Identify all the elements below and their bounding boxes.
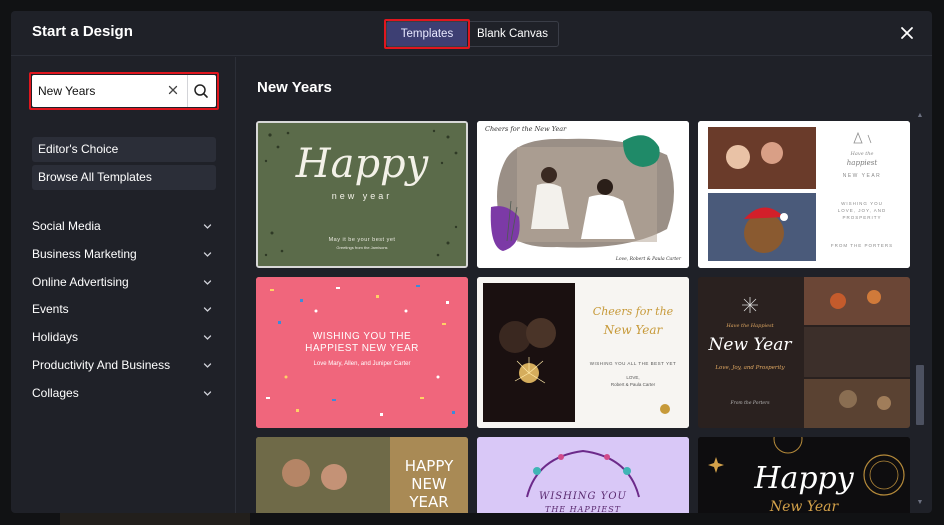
card-signature: Greetings from the Jamisons: [336, 245, 388, 250]
search-box: [29, 72, 219, 110]
template-card-happy-new-year-photo[interactable]: HAPPY NEW YEAR: [256, 437, 468, 513]
template-card-green-happy-new-year[interactable]: Happy new year May it be your best yet G…: [256, 121, 468, 268]
card-line-1: Have the Happiest: [726, 323, 774, 329]
category-label: Social Media: [32, 219, 101, 233]
category-events[interactable]: Events: [32, 299, 212, 319]
clear-icon[interactable]: [165, 82, 181, 98]
card-line-3: YEAR: [409, 493, 449, 511]
browse-all-templates-button[interactable]: Browse All Templates: [32, 165, 216, 190]
card-line-7: FROM THE PORTERS: [830, 243, 894, 248]
card-line-3: Love Mary, Allen, and Juniper Carter: [313, 361, 411, 367]
card-message: May it be your best yet: [328, 237, 396, 243]
chevron-down-icon: [203, 252, 212, 257]
card-line-2: THE HAPPIEST: [544, 505, 622, 513]
card-line-4: From the Porters: [730, 401, 770, 406]
card-art: [477, 277, 689, 428]
card-art: [477, 121, 689, 268]
card-line-6: PROSPERITY: [842, 215, 882, 220]
card-line-1: Happy: [754, 461, 854, 496]
card-subheadline: new year: [331, 191, 393, 201]
section-title: New Years: [257, 79, 332, 96]
chevron-down-icon: [203, 307, 212, 312]
card-line-1: Have the: [850, 151, 874, 157]
card-line-1: Cheers for the: [592, 305, 674, 318]
template-card-lavender-wreath[interactable]: WISHING YOU THE HAPPIEST: [477, 437, 689, 513]
card-line-4: LOVE,: [626, 375, 640, 380]
card-line-2: New Year: [708, 335, 792, 355]
card-line-1: HAPPY: [404, 457, 454, 475]
card-line-2: New Year: [769, 499, 839, 513]
card-line-3: WISHING YOU ALL THE BEST YET: [589, 361, 677, 366]
card-line-3: NEW YEAR: [842, 173, 882, 179]
chevron-down-icon: [203, 335, 212, 340]
card-line-3: Love, Joy, and Prosperity: [715, 365, 785, 371]
template-card-cheers-couple[interactable]: Cheers for the New Year Love, Robert & P…: [477, 121, 689, 268]
category-label: Online Advertising: [32, 275, 129, 289]
category-label: Events: [32, 302, 69, 316]
chevron-down-icon: [203, 280, 212, 285]
template-card-dark-new-year[interactable]: Have the Happiest New Year Love, Joy, an…: [698, 277, 910, 428]
card-headline: Cheers for the New Year: [485, 125, 567, 133]
template-card-pink-confetti[interactable]: WISHING YOU THE HAPPIEST NEW YEAR Love M…: [256, 277, 468, 428]
sidebar: Editor's Choice Browse All Templates Soc…: [11, 57, 236, 513]
category-online-advertising[interactable]: Online Advertising: [32, 272, 212, 292]
scrollbar-thumb[interactable]: [916, 365, 924, 425]
card-line-2: HAPPIEST NEW YEAR: [305, 343, 419, 354]
category-label: Business Marketing: [32, 247, 137, 261]
category-business-marketing[interactable]: Business Marketing: [32, 244, 212, 264]
template-card-black-gold-happy[interactable]: Happy New Year: [698, 437, 910, 513]
chevron-down-icon: [203, 363, 212, 368]
card-line-5: Robert & Paula Carter: [610, 382, 656, 387]
card-line-1: WISHING YOU: [539, 491, 627, 502]
search-icon[interactable]: [192, 82, 210, 100]
close-icon[interactable]: [898, 24, 916, 42]
editors-choice-button[interactable]: Editor's Choice: [32, 137, 216, 162]
category-productivity-and-business[interactable]: Productivity And Business: [32, 355, 212, 375]
card-signature: Love, Robert & Paula Carter: [615, 257, 681, 262]
card-line-5: LOVE, JOY, AND: [837, 208, 887, 213]
scroll-down-arrow[interactable]: ▼: [916, 499, 924, 506]
category-social-media[interactable]: Social Media: [32, 216, 212, 236]
category-label: Collages: [32, 386, 79, 400]
category-holidays[interactable]: Holidays: [32, 327, 212, 347]
card-line-4: WISHING YOU: [841, 201, 883, 206]
card-line-1: WISHING YOU THE: [312, 331, 412, 342]
scroll-up-arrow[interactable]: ▲: [916, 112, 924, 119]
chevron-down-icon: [203, 391, 212, 396]
tab-templates[interactable]: Templates: [384, 19, 470, 49]
template-gallery: New Years Happy new year May it be your …: [237, 57, 932, 513]
card-line-2: New Year: [603, 323, 663, 337]
template-card-porters-photos[interactable]: Have the happiest NEW YEAR WISHING YOU L…: [698, 121, 910, 268]
category-collages[interactable]: Collages: [32, 383, 212, 403]
tab-group: Templates Blank Canvas: [384, 19, 559, 49]
tab-blank-canvas[interactable]: Blank Canvas: [467, 22, 558, 46]
card-headline: Happy: [295, 141, 429, 187]
template-card-sparkler-cheers[interactable]: Cheers for the New Year WISHING YOU ALL …: [477, 277, 689, 428]
start-design-modal: Start a Design Templates Blank Canvas Ed…: [11, 11, 932, 513]
category-label: Holidays: [32, 330, 79, 344]
search-divider: [187, 75, 188, 107]
modal-title: Start a Design: [32, 23, 133, 40]
card-line-2: happiest: [846, 159, 878, 167]
card-line-2: NEW: [411, 475, 447, 493]
modal-header: Start a Design Templates Blank Canvas: [11, 11, 932, 56]
chevron-down-icon: [203, 224, 212, 229]
search-input[interactable]: [38, 81, 158, 101]
category-label: Productivity And Business: [32, 358, 171, 372]
